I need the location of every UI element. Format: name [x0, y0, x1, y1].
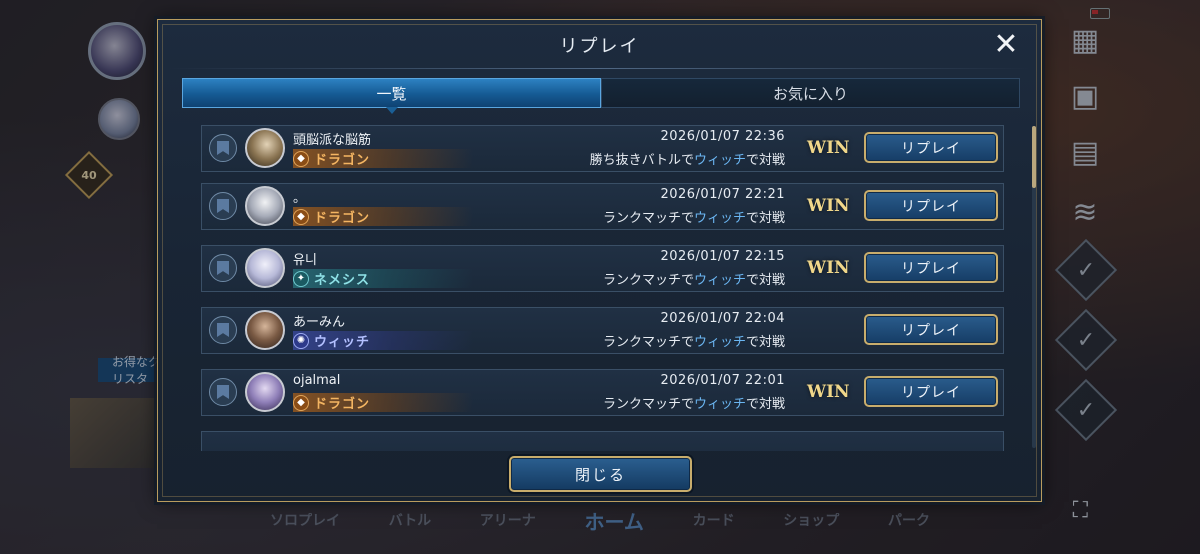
tab-favorites[interactable]: お気に入り — [601, 78, 1020, 108]
class-tag: ◆ ドラゴン — [293, 149, 473, 168]
dragon-class-icon: ◆ — [293, 150, 309, 167]
close-icon[interactable]: ✕ — [989, 28, 1023, 62]
favorite-button[interactable] — [209, 378, 237, 406]
replay-description: ランクマッチでウィッチで対戦 — [603, 393, 785, 412]
bookmark-star-icon — [217, 141, 229, 155]
replay-row: あーみん ✺ ウィッチ 2026/01/07 22:04 ランクマッチでウィッチ… — [201, 307, 1004, 354]
desc-class: ウィッチ — [693, 211, 746, 226]
player-name: あーみん — [293, 315, 346, 330]
class-name: ドラゴン — [314, 397, 371, 412]
replay-description: ランクマッチでウィッチで対戦 — [603, 269, 785, 288]
replay-datetime: 2026/01/07 22:21 — [660, 187, 785, 202]
replay-button[interactable]: リプレイ — [864, 252, 998, 283]
replay-row: 頭脳派な脳筋 ◆ ドラゴン 2026/01/07 22:36 勝ち抜きバトルでウ… — [201, 125, 1004, 172]
class-tag: ◆ ドラゴン — [293, 393, 473, 412]
replay-description: 勝ち抜きバトルでウィッチで対戦 — [590, 149, 785, 168]
player-name: ojalmal — [293, 373, 341, 388]
replay-datetime: 2026/01/07 22:01 — [660, 373, 785, 388]
dialog-title: リプレイ — [559, 36, 640, 57]
opponent-avatar — [245, 128, 285, 168]
result-label: WIN — [807, 258, 850, 278]
class-name: ドラゴン — [314, 153, 371, 168]
replay-row: ojalmal ◆ ドラゴン 2026/01/07 22:01 ランクマッチでウ… — [201, 369, 1004, 416]
class-tag: ✦ ネメシス — [293, 269, 473, 288]
desc-suffix: で対戦 — [745, 273, 785, 288]
replay-datetime: 2026/01/07 22:04 — [660, 311, 785, 326]
list-scrollbar[interactable] — [1032, 126, 1036, 448]
opponent-avatar — [245, 310, 285, 350]
class-name: ネメシス — [314, 273, 371, 288]
replay-list[interactable]: 頭脳派な脳筋 ◆ ドラゴン 2026/01/07 22:36 勝ち抜きバトルでウ… — [201, 125, 1006, 451]
desc-suffix: で対戦 — [745, 335, 785, 350]
result-label: WIN — [807, 138, 850, 158]
desc-prefix: ランクマッチで — [602, 273, 694, 288]
nemesis-class-icon: ✦ — [293, 270, 309, 287]
desc-suffix: で対戦 — [745, 397, 785, 412]
replay-datetime: 2026/01/07 22:15 — [660, 249, 785, 264]
replay-button[interactable]: リプレイ — [864, 314, 998, 345]
replay-dialog: リプレイ ✕ 一覧 お気に入り 頭脳派な脳筋 ◆ ドラゴン 2026/01/07… — [157, 19, 1042, 502]
replay-datetime: 2026/01/07 22:36 — [660, 129, 785, 144]
witch-class-icon: ✺ — [293, 332, 309, 349]
desc-class: ウィッチ — [693, 153, 746, 168]
replay-row-partial — [201, 431, 1004, 451]
result-label: WIN — [807, 196, 850, 216]
replay-tabs: 一覧 お気に入り — [182, 78, 1020, 114]
replay-description: ランクマッチでウィッチで対戦 — [603, 331, 785, 350]
replay-row: 유니 ✦ ネメシス 2026/01/07 22:15 ランクマッチでウィッチで対… — [201, 245, 1004, 292]
class-name: ドラゴン — [314, 211, 371, 226]
opponent-avatar — [245, 248, 285, 288]
tab-list[interactable]: 一覧 — [182, 78, 601, 114]
player-name: 頭脳派な脳筋 — [293, 133, 372, 148]
replay-description: ランクマッチでウィッチで対戦 — [603, 207, 785, 226]
opponent-avatar — [245, 186, 285, 226]
replay-button[interactable]: リプレイ — [864, 132, 998, 163]
class-tag: ✺ ウィッチ — [293, 331, 473, 350]
desc-class: ウィッチ — [693, 335, 746, 350]
player-name: 유니 — [293, 253, 317, 268]
replay-button[interactable]: リプレイ — [864, 376, 998, 407]
dragon-class-icon: ◆ — [293, 394, 309, 411]
bookmark-star-icon — [217, 323, 229, 337]
bookmark-star-icon — [217, 385, 229, 399]
desc-prefix: 勝ち抜きバトルで — [589, 153, 694, 168]
favorite-button[interactable] — [209, 192, 237, 220]
opponent-avatar — [245, 372, 285, 412]
desc-suffix: で対戦 — [745, 211, 785, 226]
desc-prefix: ランクマッチで — [602, 335, 694, 350]
class-name: ウィッチ — [314, 335, 371, 350]
replay-button[interactable]: リプレイ — [864, 190, 998, 221]
desc-prefix: ランクマッチで — [602, 211, 694, 226]
scrollbar-thumb[interactable] — [1032, 126, 1036, 188]
favorite-button[interactable] — [209, 254, 237, 282]
favorite-button[interactable] — [209, 316, 237, 344]
player-name: 。 — [293, 191, 307, 206]
title-divider — [168, 68, 1031, 69]
desc-suffix: で対戦 — [745, 153, 785, 168]
dragon-class-icon: ◆ — [293, 208, 309, 225]
desc-class: ウィッチ — [693, 273, 746, 288]
bookmark-star-icon — [217, 199, 229, 213]
replay-row: 。 ◆ ドラゴン 2026/01/07 22:21 ランクマッチでウィッチで対戦… — [201, 183, 1004, 230]
class-tag: ◆ ドラゴン — [293, 207, 473, 226]
favorite-button[interactable] — [209, 134, 237, 162]
desc-class: ウィッチ — [693, 397, 746, 412]
desc-prefix: ランクマッチで — [602, 397, 694, 412]
close-button[interactable]: 閉じる — [509, 456, 692, 492]
bookmark-star-icon — [217, 261, 229, 275]
result-label: WIN — [807, 382, 850, 402]
